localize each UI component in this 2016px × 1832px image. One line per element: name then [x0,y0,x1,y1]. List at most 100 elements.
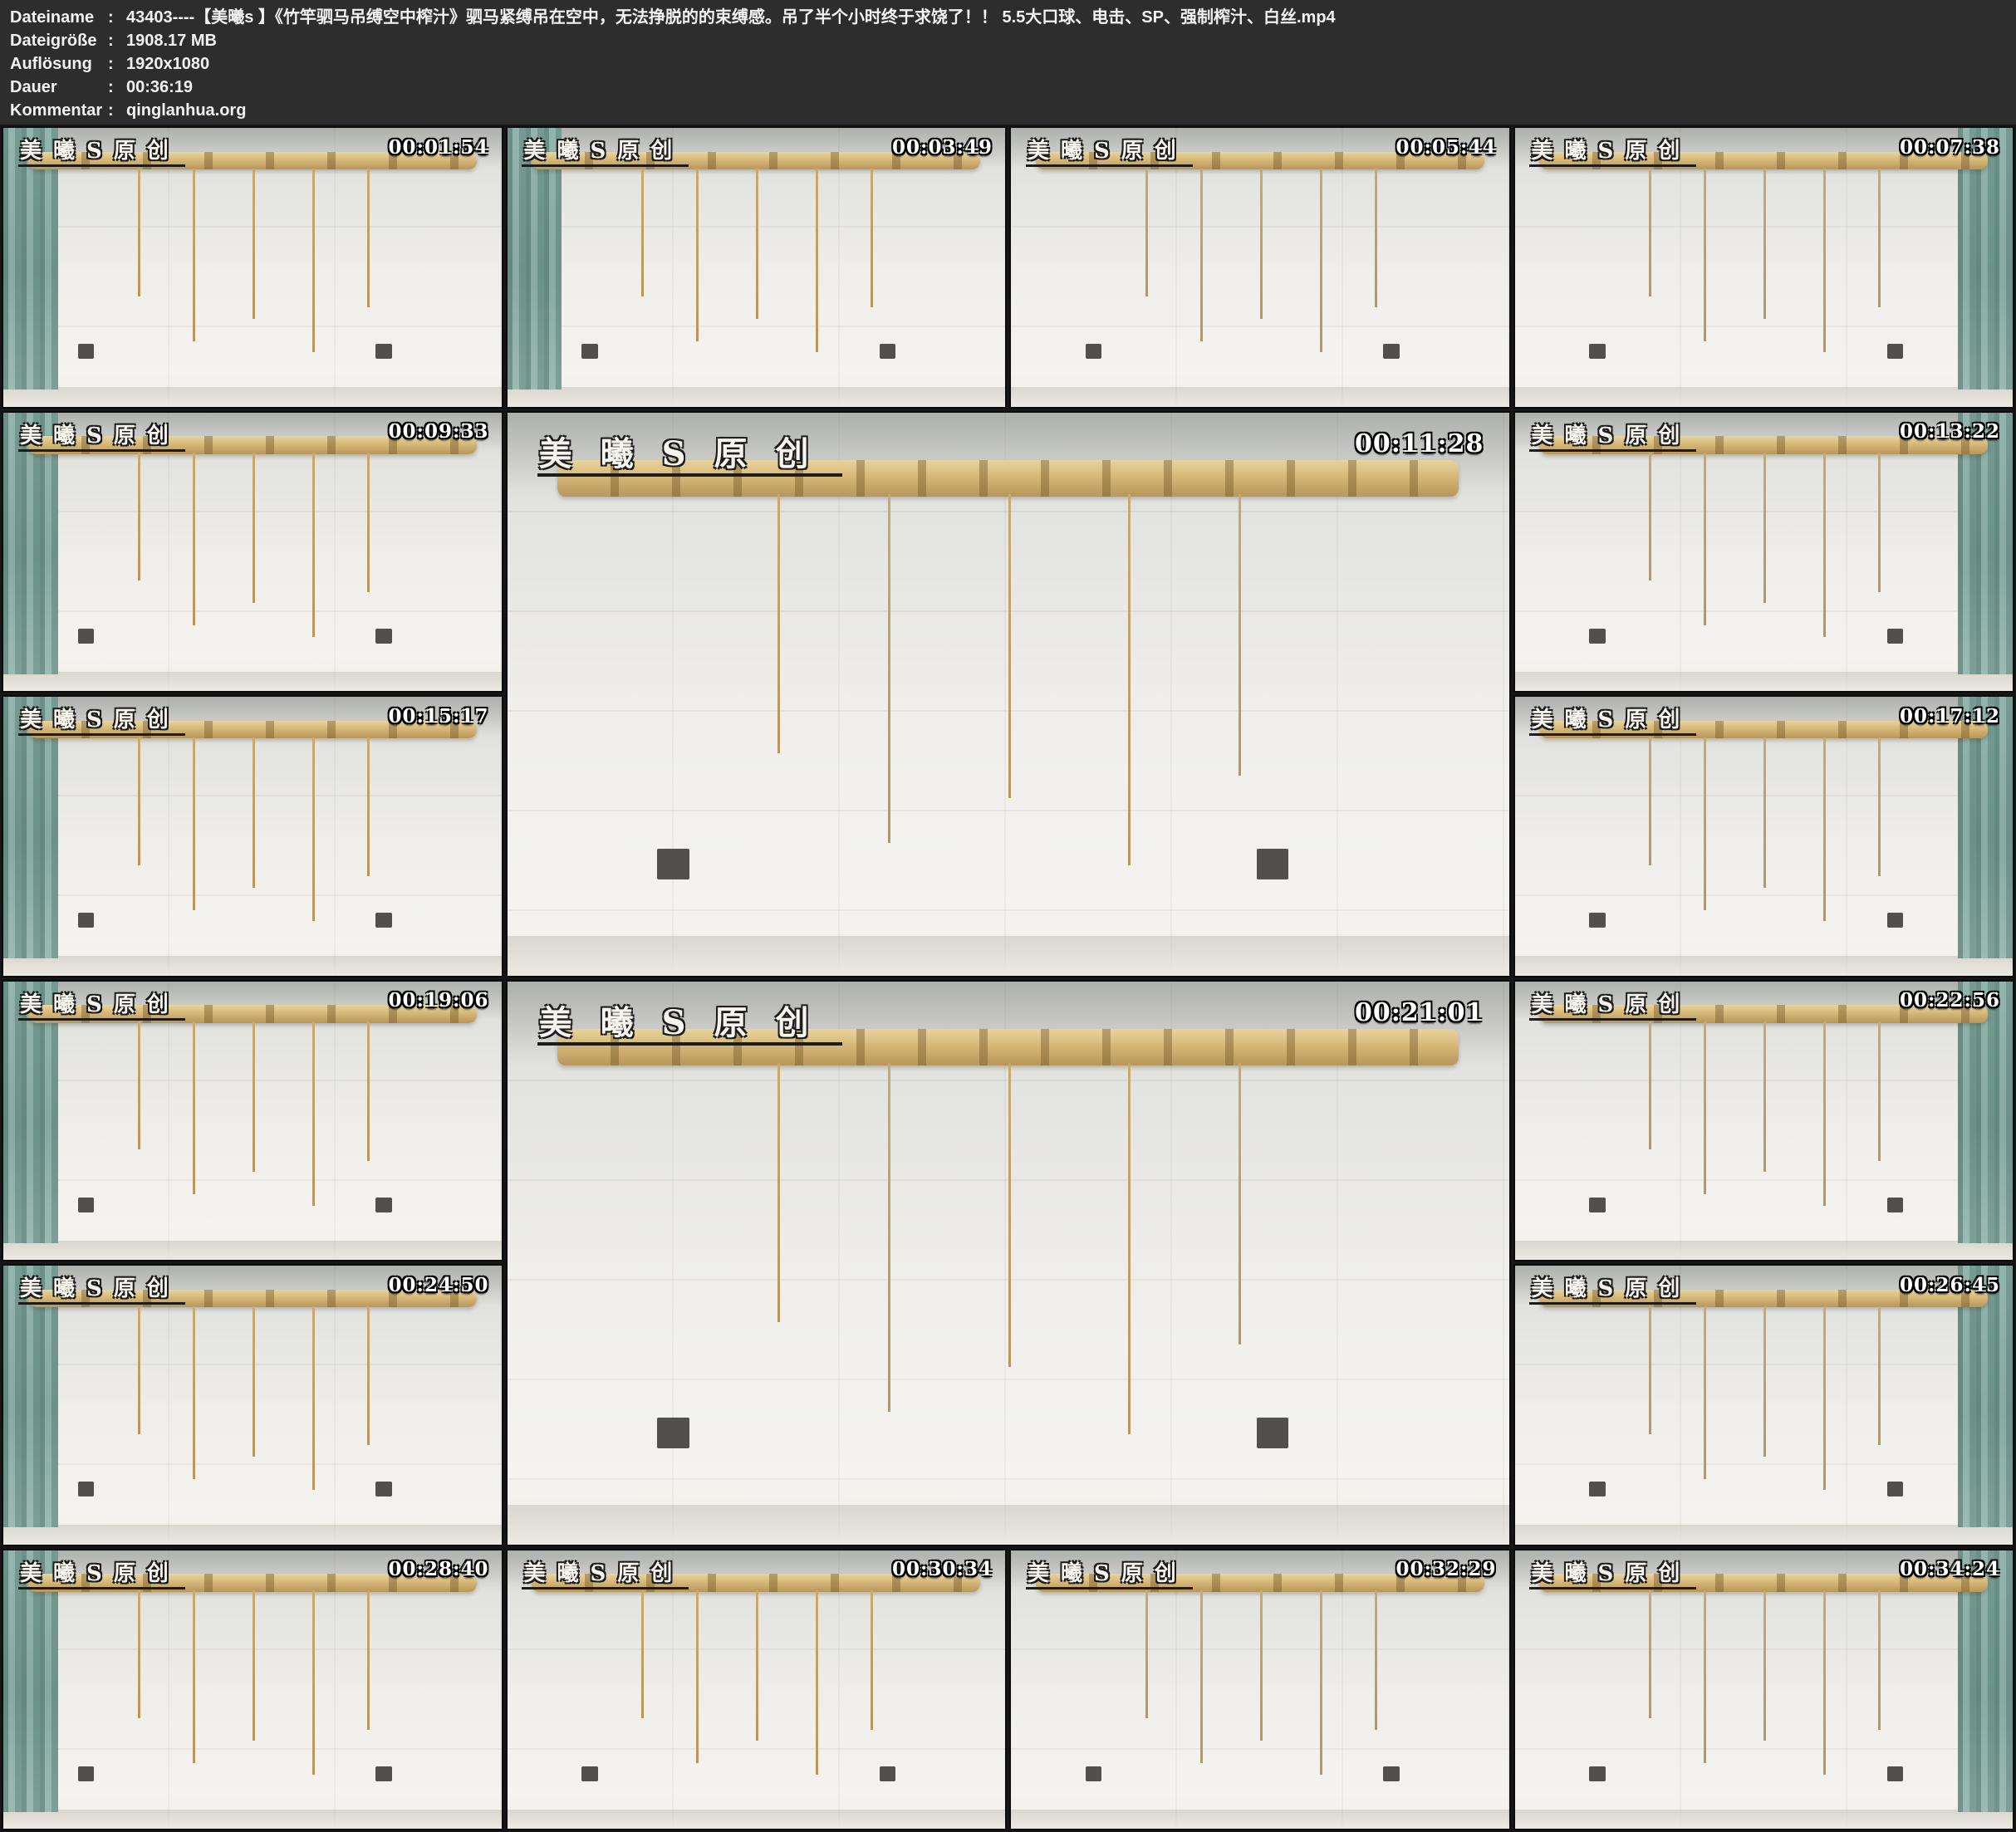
rope-line [1649,1590,1651,1718]
video-thumbnail: 美曦S原创 00:05:44 [1011,128,1509,407]
rope-line [1200,169,1203,341]
video-thumbnail: 美曦S原创 00:13:22 [1515,413,2014,692]
rope-line [1239,494,1241,776]
rope-line [888,494,890,843]
rope-line [1145,169,1148,296]
rope-line [312,1590,315,1774]
wall-outlet [78,629,94,644]
wall-outlet [78,1482,94,1496]
wall-outlet [375,1766,391,1781]
rope-line [1649,453,1651,580]
rope-line [253,1021,255,1172]
rope-line [138,1021,140,1149]
floor-graphic [1011,1810,1509,1829]
resolution-value: 1920x1080 [126,52,2016,76]
floor-graphic [1515,387,2014,406]
rope-line [1704,737,1706,910]
wall-outlet [880,1766,895,1781]
timestamp-badge: 00:03:49 [892,138,993,157]
rope-line [696,169,699,341]
watermark-text: 美曦S原创 [18,425,185,452]
wall-outlet [1589,1198,1605,1212]
timestamp-badge: 00:01:54 [389,138,489,157]
rope-line [1145,1590,1148,1718]
rope-line [1878,737,1881,877]
filesize-value: 1908.17 MB [126,29,2016,52]
rope-line [138,1306,140,1434]
rope-line [777,1063,780,1322]
floor-graphic [1011,387,1509,406]
rope-line [1260,169,1263,319]
rope-line [1763,737,1766,888]
video-thumbnail: 美曦S原创 00:26:45 [1515,1266,2014,1545]
wall-outlet [657,1418,689,1448]
floor-graphic [3,1810,502,1829]
floor-graphic [3,672,502,691]
wall-outlet [1589,344,1605,359]
watermark-text: 美曦S原创 [18,994,185,1021]
rope-line [312,1306,315,1490]
metadata-row-filename: Dateiname : 43403----【美曦s 】《竹竿驷马吊缚空中榨汁》驷… [10,6,2016,29]
timestamp-badge: 00:05:44 [1396,138,1497,157]
watermark-text: 美曦S原创 [522,1563,689,1590]
wall-outlet [581,1766,597,1781]
floor-graphic [1515,956,2014,975]
timestamp-badge: 00:34:24 [1900,1560,2000,1579]
video-thumbnail: 美曦S原创 00:07:38 [1515,128,2014,407]
rope-line [1260,1590,1263,1741]
rope-line [1823,737,1826,921]
watermark-text: 美曦S原创 [1529,425,1696,452]
wall-outlet [657,849,689,879]
filesize-label: Dateigröße [10,29,108,52]
wall-outlet [1383,1766,1399,1781]
filename-label: Dateiname [10,6,108,29]
timestamp-badge: 00:13:22 [1900,422,2000,441]
wall-outlet [1086,344,1101,359]
rope-line [1375,169,1377,308]
wall-outlet [375,913,391,928]
rope-line [312,1021,315,1205]
rope-line [253,1590,255,1741]
rope-line [367,453,370,592]
rope-line [367,737,370,877]
rope-line [138,1590,140,1718]
rope-line [1878,1021,1881,1161]
rope-line [1704,169,1706,341]
watermark-text: 美曦S原创 [522,140,689,167]
rope-line [1878,1590,1881,1730]
rope-line [1649,1021,1651,1149]
floor-graphic [508,387,1006,406]
video-thumbnail: 美曦S原创 00:09:33 [3,413,502,692]
rope-line [138,453,140,580]
rope-line [1823,1590,1826,1774]
rope-line [253,1306,255,1457]
rope-line [253,737,255,888]
video-thumbnail: 美曦S原创 00:21:01 [508,982,1509,1545]
wall-outlet [375,629,391,644]
watermark-text: 美曦S原创 [537,1007,842,1046]
rope-line [777,494,780,753]
video-thumbnail: 美曦S原创 00:03:49 [508,128,1006,407]
rope-line [1649,1306,1651,1434]
video-thumbnail: 美曦S原创 00:28:40 [3,1550,502,1830]
rope-line [816,1590,818,1774]
watermark-text: 美曦S原创 [18,1278,185,1305]
watermark-text: 美曦S原创 [1529,1563,1696,1590]
rope-line [312,453,315,636]
rope-line [641,169,644,296]
rope-line [756,1590,758,1741]
video-thumbnail: 美曦S原创 00:17:12 [1515,697,2014,976]
rope-line [138,737,140,865]
rope-line [1649,737,1651,865]
watermark-text: 美曦S原创 [1529,140,1696,167]
wall-outlet [1887,913,1903,928]
rope-line [367,1590,370,1730]
metadata-row-filesize: Dateigröße : 1908.17 MB [10,29,2016,52]
rope-line [253,169,255,319]
metadata-row-comment: Kommentar : qinglanhua.org [10,99,2016,122]
timestamp-badge: 00:17:12 [1900,707,2000,726]
wall-outlet [78,913,94,928]
wall-outlet [1589,1766,1605,1781]
timestamp-badge: 00:24:50 [389,1276,489,1295]
rope-line [1763,1021,1766,1172]
